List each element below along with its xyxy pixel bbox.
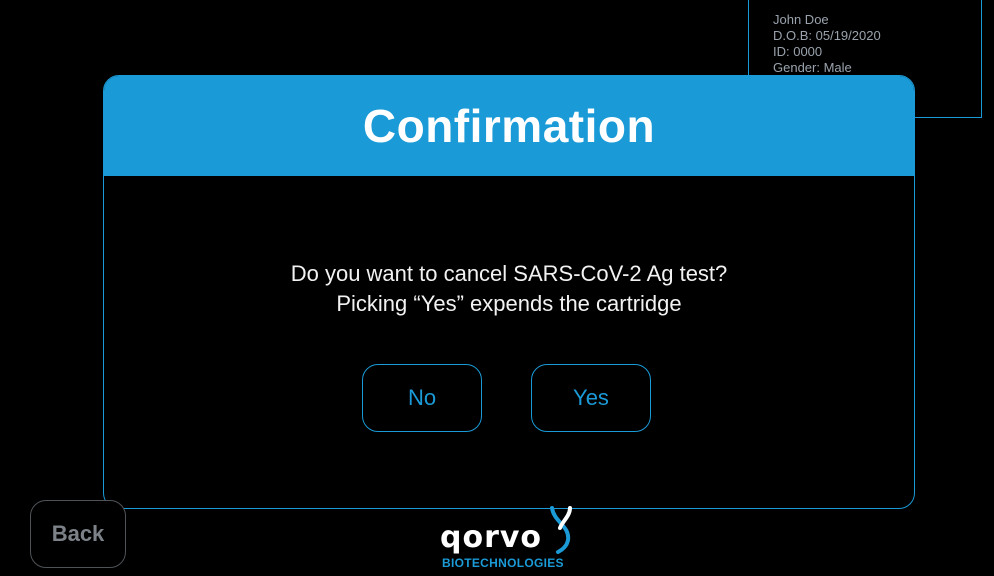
dialog-message-line-1: Do you want to cancel SARS-CoV-2 Ag test… (290, 261, 728, 286)
confirmation-dialog: Confirmation Do you want to cancel SARS-… (103, 75, 915, 509)
no-button-label: No (407, 385, 437, 410)
dialog-message: Do you want to cancel SARS-CoV-2 Ag test… (104, 259, 914, 319)
no-button[interactable]: No (362, 364, 482, 432)
yes-button-label: Yes (573, 385, 609, 410)
patient-dob: D.O.B: 05/19/2020 (773, 28, 881, 43)
dialog-title: Confirmation (362, 100, 656, 152)
yes-button[interactable]: Yes (531, 364, 651, 432)
qorvo-biotechnologies-logo: qorvo BIOTECHNOLOGIES (436, 506, 586, 572)
back-button-label: Back (51, 521, 105, 546)
dialog-header: Confirmation (104, 76, 914, 176)
patient-name: John Doe (773, 12, 829, 27)
logo-wordmark: qorvo (440, 520, 543, 555)
back-button[interactable]: Back (30, 500, 126, 568)
qorvo-helix-icon (550, 506, 572, 554)
confirmation-screen: John Doe D.O.B: 05/19/2020 ID: 0000 Gend… (0, 0, 994, 576)
patient-gender: Gender: Male (773, 60, 852, 75)
dialog-message-line-2: Picking “Yes” expends the cartridge (336, 291, 682, 316)
logo-subtitle: BIOTECHNOLOGIES (442, 556, 564, 570)
patient-id: ID: 0000 (773, 44, 823, 59)
